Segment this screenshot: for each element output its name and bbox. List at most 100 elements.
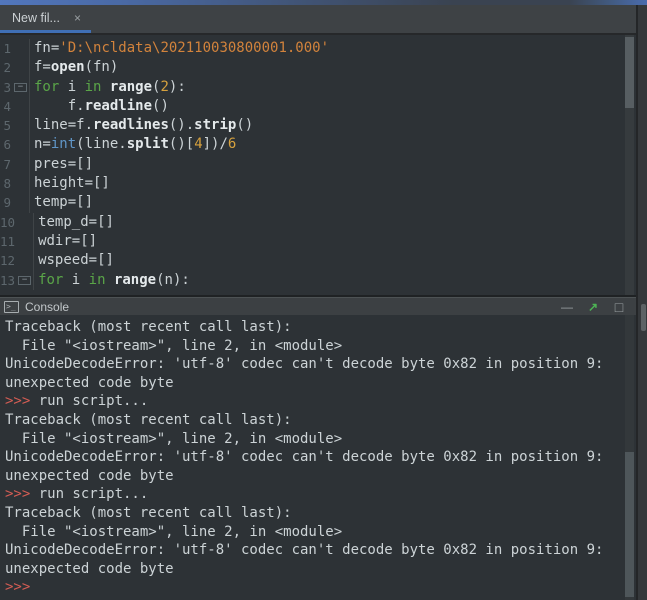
code-text: wdir=[] <box>34 232 97 251</box>
console-line: >>> run script... <box>5 392 636 411</box>
text-token: i <box>59 79 84 95</box>
text-token: UnicodeDecodeError: 'utf-8' codec can't … <box>5 542 603 558</box>
text-token: unexpected code byte <box>5 375 174 391</box>
text-token: () <box>236 117 253 133</box>
console-header: >_ Console — ↗ □ <box>0 297 636 315</box>
editor-scrollbar-thumb[interactable] <box>625 37 634 108</box>
console-scrollbar-thumb[interactable] <box>625 452 634 597</box>
console-line: unexpected code byte <box>5 374 636 393</box>
fold-marker-icon[interactable]: − <box>18 276 31 285</box>
line-number: 3 <box>0 78 13 97</box>
console-line: Traceback (most recent call last): <box>5 411 636 430</box>
code-line[interactable]: 8height=[] <box>0 174 636 193</box>
gutter: 13− <box>0 271 34 290</box>
gutter: 8 <box>0 174 30 193</box>
gutter: 2 <box>0 58 30 77</box>
fold-spacer <box>14 102 27 111</box>
text-token: strip <box>194 117 236 133</box>
text-token: open <box>51 59 85 75</box>
tab-title: New fil... <box>12 11 68 25</box>
fold-spacer <box>14 121 27 130</box>
line-number: 4 <box>0 97 13 116</box>
code-line[interactable]: 3−for i in range(2): <box>0 78 636 97</box>
text-token: i <box>63 272 88 288</box>
text-token: in <box>89 272 106 288</box>
fold-spacer <box>14 63 27 72</box>
text-token: 'D:\ncldata\202110030800001.000' <box>59 40 329 56</box>
code-text: line=f.readlines().strip() <box>30 116 253 135</box>
tool-strip-handle[interactable] <box>641 304 646 331</box>
text-token: (). <box>169 117 194 133</box>
line-number: 6 <box>0 135 13 154</box>
text-token: range <box>110 79 152 95</box>
code-line[interactable]: 2 f=open(fn) <box>0 58 636 77</box>
text-token: >>> <box>5 579 30 595</box>
console-line: UnicodeDecodeError: 'utf-8' codec can't … <box>5 541 636 560</box>
text-token: >>> <box>5 393 39 409</box>
fold-spacer <box>14 179 27 188</box>
text-token: Traceback (most recent call last): <box>5 319 292 335</box>
code-line[interactable]: 7pres=[] <box>0 155 636 174</box>
code-line[interactable]: 6n=int(line.split()[4])/6 <box>0 135 636 154</box>
text-token: wspeed=[] <box>38 252 114 268</box>
fold-spacer <box>18 218 31 227</box>
line-number: 11 <box>0 232 17 251</box>
text-token: ): <box>169 79 186 95</box>
open-in-new-icon[interactable]: ↗ <box>584 300 602 314</box>
text-token: f. <box>34 98 85 114</box>
text-token: unexpected code byte <box>5 561 174 577</box>
gutter: 9 <box>0 193 30 212</box>
line-number: 2 <box>0 58 13 77</box>
console-line: Traceback (most recent call last): <box>5 504 636 523</box>
code-line[interactable]: 13−for i in range(n): <box>0 271 636 290</box>
gutter: 10 <box>0 213 34 232</box>
text-token: File "<iostream>", line 2, in <module> <box>5 524 342 540</box>
text-token: temp_d=[] <box>38 214 114 230</box>
tab-close-icon[interactable]: × <box>74 12 81 24</box>
fold-marker-icon[interactable]: − <box>14 83 27 92</box>
console-line: File "<iostream>", line 2, in <module> <box>5 337 636 356</box>
ide-window: New fil... × 1fn='D:\ncldata\20211003080… <box>0 0 647 600</box>
console-title: Console <box>25 300 69 314</box>
code-line[interactable]: 1fn='D:\ncldata\202110030800001.000' <box>0 39 636 58</box>
tab-new-file[interactable]: New fil... × <box>0 5 91 33</box>
fold-spacer <box>14 44 27 53</box>
code-line[interactable]: 10temp_d=[] <box>0 213 636 232</box>
code-text: temp_d=[] <box>34 213 114 232</box>
code-text: height=[] <box>30 174 110 193</box>
text-token: unexpected code byte <box>5 468 174 484</box>
line-number: 9 <box>0 193 13 212</box>
maximize-icon[interactable]: □ <box>610 300 628 314</box>
minimize-icon[interactable]: — <box>558 300 576 314</box>
text-token: (fn) <box>85 59 119 75</box>
console-panel: >_ Console — ↗ □ Traceback (most recent … <box>0 297 636 600</box>
console-line: File "<iostream>", line 2, in <module> <box>5 523 636 542</box>
code-text: f=open(fn) <box>30 58 118 77</box>
code-line[interactable]: 4 f.readline() <box>0 97 636 116</box>
text-token: fn= <box>34 40 59 56</box>
console-line: unexpected code byte <box>5 467 636 486</box>
code-line[interactable]: 12wspeed=[] <box>0 251 636 270</box>
console-scrollbar[interactable] <box>625 315 634 600</box>
text-token: for <box>38 272 63 288</box>
text-token: UnicodeDecodeError: 'utf-8' codec can't … <box>5 449 603 465</box>
code-line[interactable]: 9 temp=[] <box>0 193 636 212</box>
text-token: 6 <box>228 136 236 152</box>
fold-spacer <box>14 199 27 208</box>
code-line[interactable]: 5line=f.readlines().strip() <box>0 116 636 135</box>
code-line[interactable]: 11 wdir=[] <box>0 232 636 251</box>
console-output[interactable]: Traceback (most recent call last): File … <box>0 315 636 600</box>
console-line: File "<iostream>", line 2, in <module> <box>5 430 636 449</box>
text-token: range <box>114 272 156 288</box>
console-line: UnicodeDecodeError: 'utf-8' codec can't … <box>5 448 636 467</box>
text-token: n= <box>34 136 51 152</box>
text-token: (n): <box>156 272 190 288</box>
code-editor[interactable]: 1fn='D:\ncldata\202110030800001.000'2 f=o… <box>0 35 636 297</box>
text-token: UnicodeDecodeError: 'utf-8' codec can't … <box>5 356 603 372</box>
text-token <box>101 79 109 95</box>
text-token: (line. <box>76 136 127 152</box>
text-token: pres=[] <box>34 156 93 172</box>
console-line: unexpected code byte <box>5 560 636 579</box>
editor-scrollbar[interactable] <box>625 35 634 295</box>
code-text: temp=[] <box>30 193 93 212</box>
